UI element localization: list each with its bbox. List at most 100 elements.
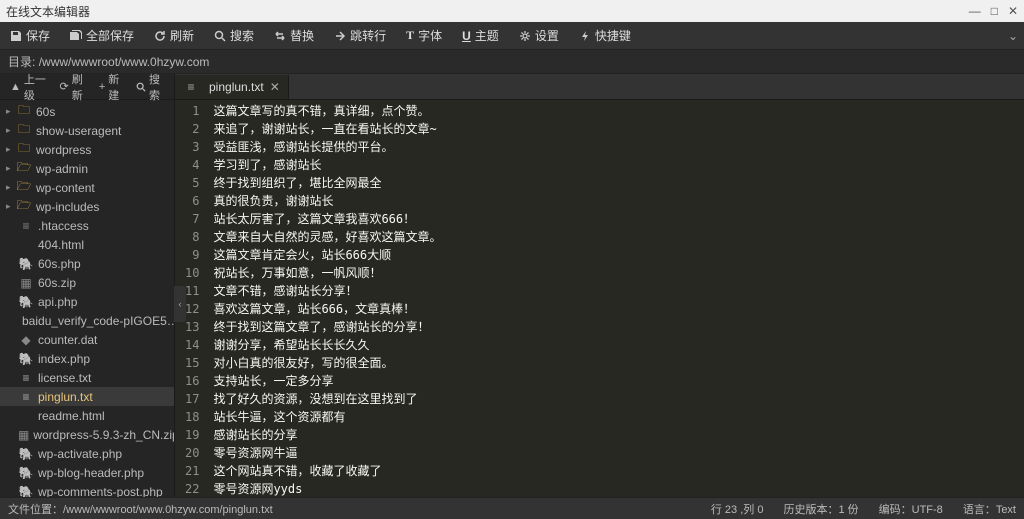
line-number: 1	[185, 102, 199, 120]
file-counter.dat[interactable]: ◆counter.dat	[0, 330, 174, 349]
theme-button[interactable]: U 主题	[452, 22, 509, 49]
folder-show-useragent[interactable]: ▸🗀show-useragent	[0, 121, 174, 140]
save-button[interactable]: 保存	[0, 22, 60, 49]
status-file-path: 文件位置：/www/wwwroot/www.0hzyw.com/pinglun.…	[8, 501, 273, 517]
search-icon	[136, 82, 146, 92]
sidebar-search-button[interactable]: 搜索	[130, 71, 170, 103]
code-line[interactable]: 零号资源网yyds	[213, 480, 1018, 497]
status-encoding[interactable]: 编码：UTF-8	[879, 501, 943, 517]
save-icon	[10, 30, 22, 42]
save-all-icon	[70, 30, 82, 42]
code-line[interactable]: 来追了，谢谢站长，一直在看站长的文章~	[213, 120, 1018, 138]
code-line[interactable]: 终于找到这篇文章了，感谢站长的分享！	[213, 318, 1018, 336]
code-line[interactable]: 这篇文章写的真不错，真详细，点个赞。	[213, 102, 1018, 120]
maximize-button[interactable]: □	[991, 4, 998, 18]
goto-line-button[interactable]: 跳转行	[324, 22, 396, 49]
file-api.php[interactable]: 🐘api.php	[0, 292, 174, 311]
code-line[interactable]: 真的很负责，谢谢站长	[213, 192, 1018, 210]
theme-icon: U	[462, 29, 471, 43]
file-index.php[interactable]: 🐘index.php	[0, 349, 174, 368]
line-number: 12	[185, 300, 199, 318]
refresh-icon	[154, 30, 166, 42]
new-button[interactable]: +新建	[93, 71, 130, 103]
plus-icon: +	[99, 81, 105, 93]
file-icon: 🐘	[18, 447, 34, 461]
code-line[interactable]: 对小白真的很友好，写的很全面。	[213, 354, 1018, 372]
line-number: 15	[185, 354, 199, 372]
file-baidu_verify_code-pIGOE5…[interactable]: baidu_verify_code-pIGOE5…	[0, 311, 174, 330]
close-button[interactable]: ✕	[1008, 4, 1018, 18]
tab-pinglun[interactable]: ≡ pinglun.txt ✕	[175, 75, 289, 99]
lightning-icon	[579, 30, 591, 42]
chevron-right-icon: ▸	[6, 201, 16, 212]
file-60s.php[interactable]: 🐘60s.php	[0, 254, 174, 273]
file-label: wordpress-5.9.3-zh_CN.zip	[33, 428, 174, 442]
file-license.txt[interactable]: ≡license.txt	[0, 368, 174, 387]
chevron-right-icon: ▸	[6, 144, 16, 155]
file-readme.html[interactable]: readme.html	[0, 406, 174, 425]
status-language[interactable]: 语言：Text	[963, 501, 1016, 517]
code-line[interactable]: 文章不错，感谢站长分享！	[213, 282, 1018, 300]
file-wp-blog-header.php[interactable]: 🐘wp-blog-header.php	[0, 463, 174, 482]
toolbar-chevron-button[interactable]: ⌄	[1002, 29, 1024, 43]
file-.htaccess[interactable]: ≡.htaccess	[0, 216, 174, 235]
code-line[interactable]: 零号资源网牛逼	[213, 444, 1018, 462]
replace-button[interactable]: 替换	[264, 22, 324, 49]
code-line[interactable]: 喜欢这篇文章，站长666，文章真棒！	[213, 300, 1018, 318]
status-cursor: 行 23 ,列 0	[711, 501, 764, 517]
code-editor[interactable]: 1234567891011121314151617181920212223 这篇…	[175, 100, 1024, 497]
folder-label: wordpress	[36, 143, 91, 157]
settings-button[interactable]: 设置	[509, 22, 569, 49]
collapse-sidebar-handle[interactable]: ‹	[174, 286, 186, 322]
code-line[interactable]: 感谢站长的分享	[213, 426, 1018, 444]
file-icon: ▦	[18, 276, 34, 290]
folder-icon: 🗀	[16, 139, 32, 160]
line-number: 14	[185, 336, 199, 354]
code-content[interactable]: 这篇文章写的真不错，真详细，点个赞。来追了，谢谢站长，一直在看站长的文章~受益匪…	[207, 100, 1024, 497]
sidebar-refresh-button[interactable]: ⟳刷新	[54, 71, 93, 103]
code-line[interactable]: 文章来自大自然的灵感，好喜欢这篇文章。	[213, 228, 1018, 246]
folder-open-icon: 🗁	[16, 177, 32, 198]
font-button[interactable]: T 字体	[396, 22, 452, 49]
code-line[interactable]: 这个网站真不错，收藏了收藏了	[213, 462, 1018, 480]
folder-wp-content[interactable]: ▸🗁wp-content	[0, 178, 174, 197]
close-tab-icon[interactable]: ✕	[270, 80, 280, 94]
code-line[interactable]: 站长牛逼，这个资源都有	[213, 408, 1018, 426]
code-line[interactable]: 学习到了，感谢站长	[213, 156, 1018, 174]
file-404.html[interactable]: 404.html	[0, 235, 174, 254]
code-line[interactable]: 站长太厉害了，这篇文章我喜欢666！	[213, 210, 1018, 228]
file-icon: ≡	[18, 390, 34, 404]
path-label: 目录:	[8, 53, 35, 70]
status-history[interactable]: 历史版本：1 份	[783, 501, 858, 517]
file-wp-comments-post.php[interactable]: 🐘wp-comments-post.php	[0, 482, 174, 497]
file-60s.zip[interactable]: ▦60s.zip	[0, 273, 174, 292]
code-line[interactable]: 受益匪浅，感谢站长提供的平台。	[213, 138, 1018, 156]
line-number: 9	[185, 246, 199, 264]
file-pinglun.txt[interactable]: ≡pinglun.txt	[0, 387, 174, 406]
folder-wordpress[interactable]: ▸🗀 wordpress	[0, 140, 174, 159]
up-level-button[interactable]: ▲上一级	[4, 71, 54, 103]
shortcut-button[interactable]: 快捷键	[569, 22, 641, 49]
folder-wp-includes[interactable]: ▸🗁wp-includes	[0, 197, 174, 216]
line-number: 18	[185, 408, 199, 426]
refresh-button[interactable]: 刷新	[144, 22, 204, 49]
code-line[interactable]: 祝站长，万事如意，一帆风顺！	[213, 264, 1018, 282]
file-wordpress-5.9.3-zh_CN.zip[interactable]: ▦wordpress-5.9.3-zh_CN.zip	[0, 425, 174, 444]
folder-label: wp-content	[36, 181, 95, 195]
up-icon: ▲	[10, 81, 21, 93]
chevron-right-icon: ▸	[6, 163, 16, 174]
code-line[interactable]: 这篇文章肯定会火，站长666大顺	[213, 246, 1018, 264]
folder-60s[interactable]: ▸🗀60s	[0, 102, 174, 121]
code-line[interactable]: 终于找到组织了，堪比全网最全	[213, 174, 1018, 192]
search-button[interactable]: 搜索	[204, 22, 264, 49]
save-all-button[interactable]: 全部保存	[60, 22, 144, 49]
file-tree[interactable]: ▸🗀60s▸🗀show-useragent▸🗀wordpress▸🗁wp-adm…	[0, 100, 174, 497]
line-number: 11	[185, 282, 199, 300]
main-toolbar: 保存 全部保存 刷新 搜索 替换 跳转行 T 字体 U 主题 设置 快捷键 ⌄	[0, 22, 1024, 50]
folder-wp-admin[interactable]: ▸🗁wp-admin	[0, 159, 174, 178]
file-wp-activate.php[interactable]: 🐘wp-activate.php	[0, 444, 174, 463]
minimize-button[interactable]: —	[969, 4, 981, 18]
code-line[interactable]: 找了好久的资源，没想到在这里找到了	[213, 390, 1018, 408]
code-line[interactable]: 谢谢分享，希望站长长长久久	[213, 336, 1018, 354]
code-line[interactable]: 支持站长，一定多分享	[213, 372, 1018, 390]
